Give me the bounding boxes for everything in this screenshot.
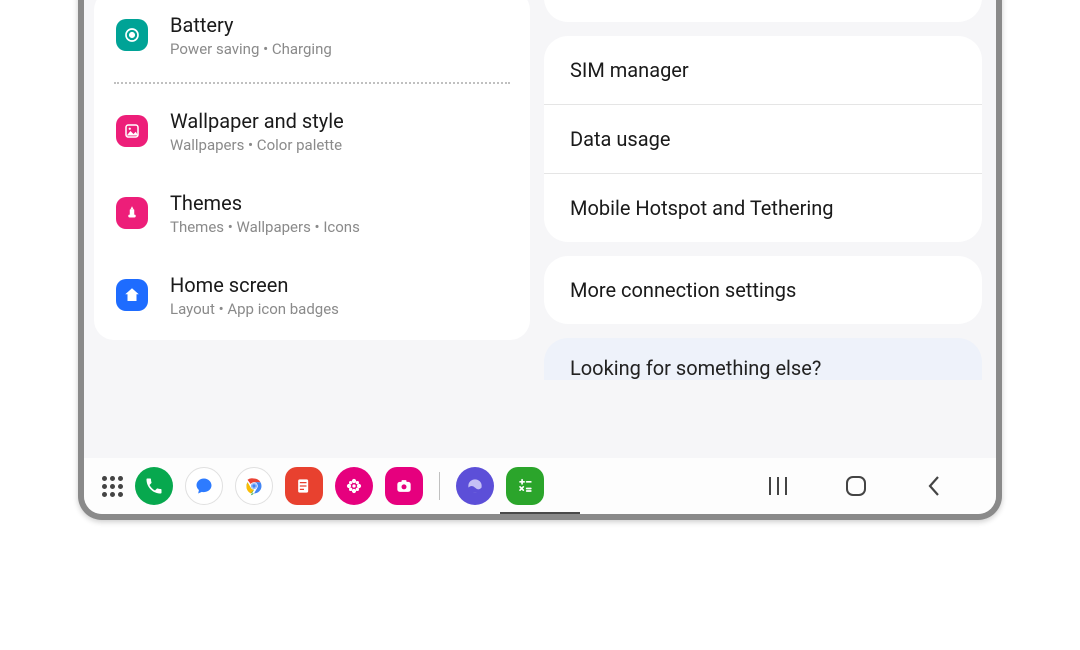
settings-subtitle: Layout • App icon badges <box>170 300 510 318</box>
settings-title: Home screen <box>170 272 510 298</box>
looking-for-card[interactable]: Looking for something else? <box>544 338 982 380</box>
data-usage-item[interactable]: Data usage <box>544 104 982 173</box>
settings-list-pane: Battery Power saving • Charging Wallpape… <box>84 0 540 458</box>
notes-app-icon[interactable] <box>285 467 323 505</box>
settings-item-wallpaper[interactable]: Wallpaper and style Wallpapers • Color p… <box>94 90 530 172</box>
recents-button[interactable] <box>764 472 792 500</box>
navigation-buttons <box>764 472 978 500</box>
device-hinge <box>500 512 580 520</box>
hotspot-item[interactable]: Mobile Hotspot and Tethering <box>544 173 982 242</box>
taskbar <box>84 458 996 514</box>
settings-text: Home screen Layout • App icon badges <box>170 272 510 318</box>
back-button[interactable] <box>920 472 948 500</box>
divider-dotted <box>114 82 510 84</box>
battery-icon <box>116 19 148 51</box>
home-button[interactable] <box>842 472 870 500</box>
more-connection-item[interactable]: More connection settings <box>544 256 982 324</box>
connections-pane: Airplane mode SIM manager Data usage Mob… <box>540 0 996 458</box>
settings-subtitle: Power saving • Charging <box>170 40 510 58</box>
connections-group-2: More connection settings <box>544 256 982 324</box>
gallery-flower-app-icon[interactable] <box>335 467 373 505</box>
messages-app-icon[interactable] <box>185 467 223 505</box>
settings-title: Wallpaper and style <box>170 108 510 134</box>
connections-group-1: SIM manager Data usage Mobile Hotspot an… <box>544 36 982 242</box>
settings-item-themes[interactable]: Themes Themes • Wallpapers • Icons <box>94 172 530 254</box>
sim-manager-item[interactable]: SIM manager <box>544 36 982 104</box>
screen: Battery Power saving • Charging Wallpape… <box>84 0 996 514</box>
settings-text: Battery Power saving • Charging <box>170 12 510 58</box>
apps-drawer-icon[interactable] <box>102 476 123 497</box>
settings-card: Battery Power saving • Charging Wallpape… <box>94 0 530 340</box>
airplane-mode-row[interactable]: Airplane mode <box>544 0 982 22</box>
settings-text: Themes Themes • Wallpapers • Icons <box>170 190 510 236</box>
chrome-app-icon[interactable] <box>235 467 273 505</box>
camera-app-icon[interactable] <box>385 467 423 505</box>
themes-icon <box>116 197 148 229</box>
settings-title: Themes <box>170 190 510 216</box>
settings-subtitle: Wallpapers • Color palette <box>170 136 510 154</box>
taskbar-separator <box>439 472 440 500</box>
settings-item-homescreen[interactable]: Home screen Layout • App icon badges <box>94 254 530 336</box>
settings-subtitle: Themes • Wallpapers • Icons <box>170 218 510 236</box>
content-area: Battery Power saving • Charging Wallpape… <box>84 0 996 458</box>
device-frame: Battery Power saving • Charging Wallpape… <box>78 0 1002 520</box>
calculator-app-icon[interactable] <box>506 467 544 505</box>
home-icon <box>116 279 148 311</box>
wallpaper-icon <box>116 115 148 147</box>
settings-text: Wallpaper and style Wallpapers • Color p… <box>170 108 510 154</box>
phone-app-icon[interactable] <box>135 467 173 505</box>
settings-title: Battery <box>170 12 510 38</box>
internet-app-icon[interactable] <box>456 467 494 505</box>
settings-item-battery[interactable]: Battery Power saving • Charging <box>94 0 530 76</box>
